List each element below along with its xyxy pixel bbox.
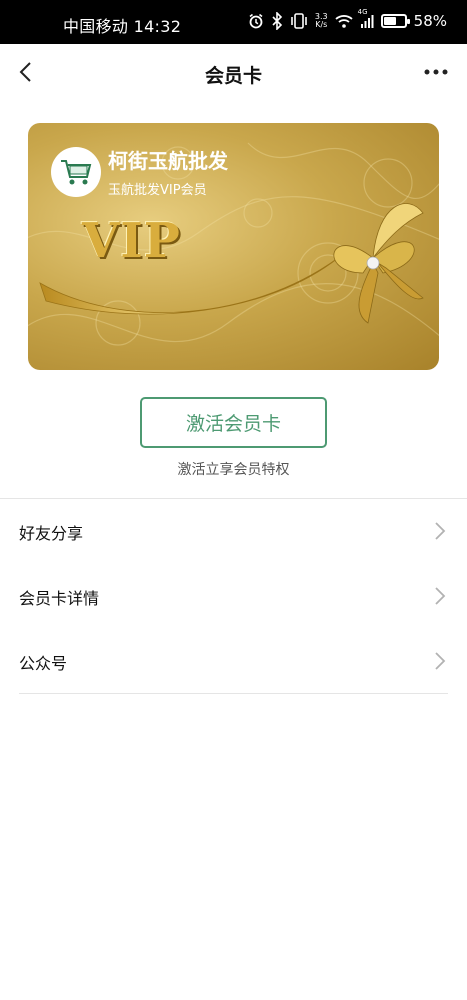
menu-item-card-details[interactable]: 会员卡详情 [0, 564, 467, 629]
status-icons: 3.3 K/s 4G 58% [248, 8, 447, 30]
battery-percent: 58% [413, 12, 447, 30]
status-bar: 中国移动 14:32 3.3 K/s 4G 58% [0, 0, 467, 44]
menu-item-label: 公众号 [19, 653, 68, 673]
net-speed-unit: K/s [315, 20, 328, 29]
menu-item-share-with-friends[interactable]: 好友分享 [0, 499, 467, 564]
menu-bottom-divider [19, 693, 448, 694]
more-button[interactable] [421, 57, 451, 87]
activate-hint: 激活立享会员特权 [177, 462, 290, 478]
wifi-icon [335, 14, 353, 28]
card-subtitle: 玉航批发VIP会员 [108, 183, 207, 198]
membership-card: VIP 柯街玉航批发 玉航批发VIP会员 [28, 123, 439, 370]
more-icon [424, 69, 448, 75]
chevron-right-icon [435, 587, 446, 605]
activate-card-button[interactable]: 激活会员卡 [140, 397, 327, 448]
battery-icon [380, 14, 410, 28]
nav-bar: 会员卡 [0, 44, 467, 102]
menu-item-label: 好友分享 [19, 523, 84, 543]
menu-list: 好友分享 会员卡详情 公众号 [0, 499, 467, 694]
carrier-time: 中国移动 14:32 [63, 17, 182, 36]
menu-item-label: 会员卡详情 [19, 588, 100, 608]
alarm-icon [248, 13, 264, 29]
bluetooth-icon [271, 12, 283, 30]
network-speed: 3.3 K/s [315, 13, 328, 29]
menu-item-official-account[interactable]: 公众号 [0, 629, 467, 694]
page-title: 会员卡 [204, 65, 262, 87]
cellular-signal-icon: 4G [358, 8, 374, 28]
signal-type-label: 4G [357, 8, 368, 16]
card-title: 柯街玉航批发 [108, 149, 228, 173]
vibrate-icon [290, 13, 308, 29]
chevron-right-icon [435, 652, 446, 670]
chevron-right-icon [435, 522, 446, 540]
store-logo [51, 147, 101, 197]
vip-text: VIP [82, 213, 181, 269]
shopping-cart-icon [61, 160, 92, 185]
